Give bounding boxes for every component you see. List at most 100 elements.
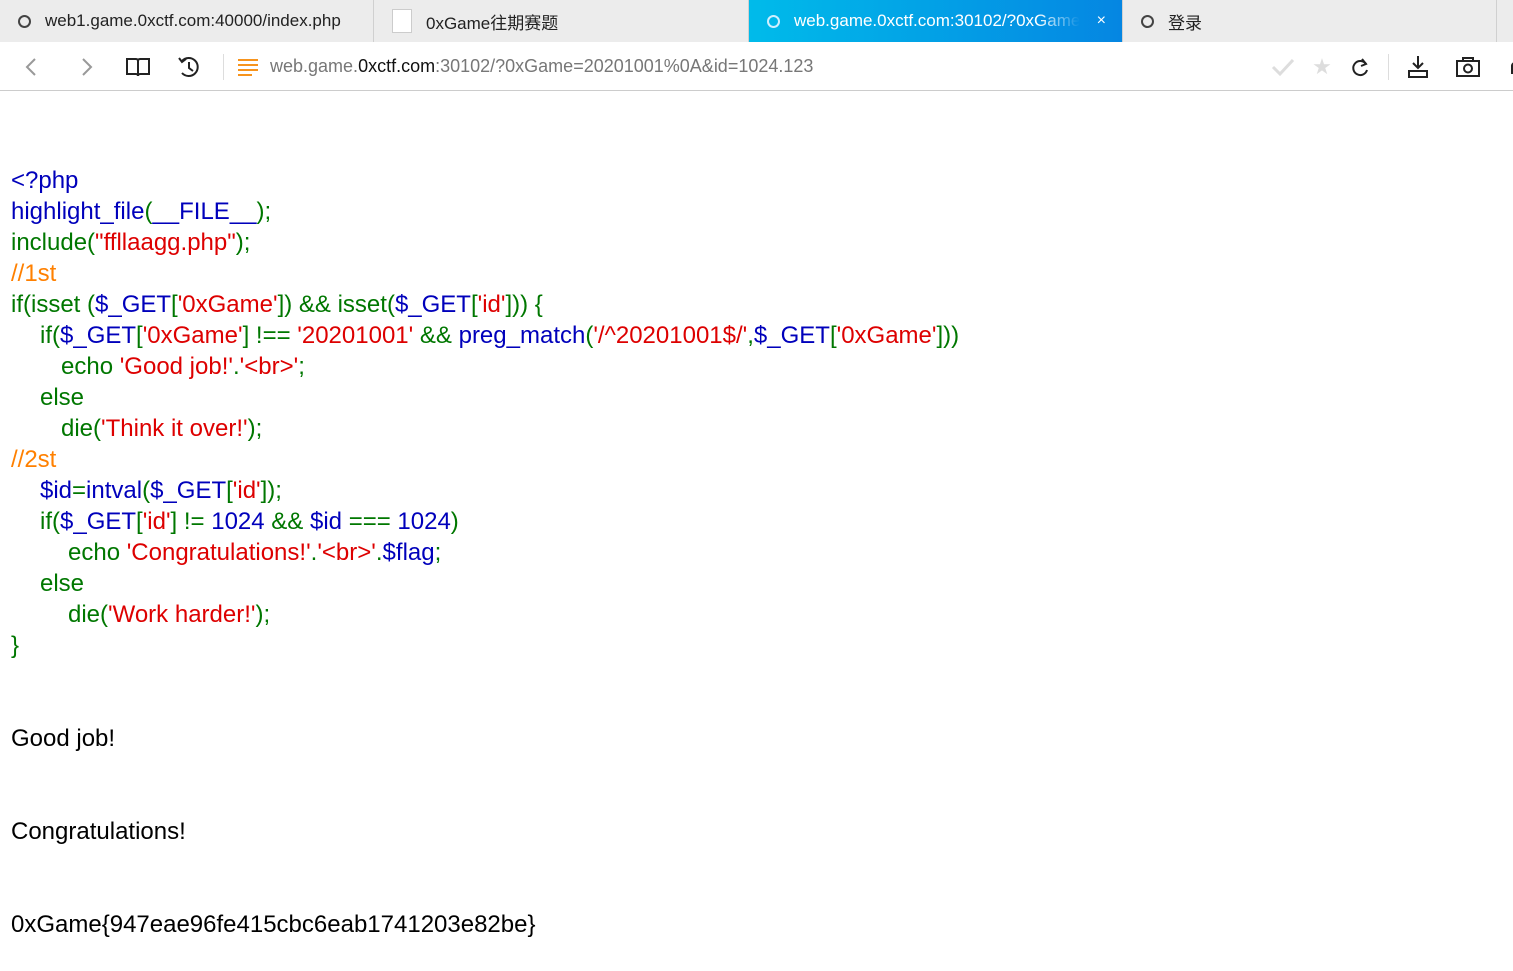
code-line: $id=intval($_GET['id']); — [11, 475, 959, 506]
code-line: if(isset ($_GET['0xGame']) && isset($_GE… — [11, 289, 959, 320]
code-token: ] != — [170, 508, 212, 535]
tab-web1-index[interactable]: web1.game.0xctf.com:40000/index.php — [0, 0, 374, 42]
code-token: '<br>' — [239, 353, 299, 380]
code-line: echo 'Good job!'.'<br>'; — [11, 351, 959, 382]
screenshot-camera-icon[interactable] — [1453, 42, 1483, 91]
code-token: $_GET — [150, 477, 227, 504]
code-token: 1024 — [397, 508, 451, 535]
code-token: ]) && isset( — [277, 291, 395, 318]
code-token: $id — [40, 477, 73, 504]
code-token: $_GET — [60, 322, 137, 349]
code-line: highlight_file(__FILE__); — [11, 196, 959, 227]
close-tab-icon[interactable]: × — [1097, 12, 1106, 30]
code-token: 'Good job!' — [119, 353, 233, 380]
code-token: ( — [142, 477, 151, 504]
loading-ring-icon — [767, 14, 780, 28]
code-token: intval — [86, 477, 143, 504]
back-button[interactable] — [16, 42, 46, 91]
code-token: ); — [247, 415, 263, 442]
code-line: } — [11, 630, 959, 661]
tab-bar: web1.game.0xctf.com:40000/index.php 0xGa… — [0, 0, 1513, 42]
code-token: ) — [450, 508, 459, 535]
code-token: $id — [309, 508, 349, 535]
code-token: && — [413, 322, 459, 349]
code-token: '0xGame' — [177, 291, 278, 318]
code-token: //2st — [11, 446, 57, 473]
download-icon[interactable] — [1403, 42, 1433, 91]
tab-active-web-game[interactable]: web.game.0xctf.com:30102/?0xGame × — [749, 0, 1123, 42]
code-line: die('Work harder!'); — [11, 599, 959, 630]
code-token: ]); — [260, 477, 282, 504]
code-token: <?php — [11, 167, 79, 194]
url-prefix: web.game. — [270, 56, 359, 76]
code-token: [ — [136, 322, 143, 349]
code-token: 'Think it over!' — [101, 415, 248, 442]
code-line: <?php — [11, 165, 959, 196]
history-icon[interactable] — [174, 42, 204, 91]
code-token: [ — [171, 291, 178, 318]
output-line: Congratulations! — [11, 818, 186, 845]
code-token: ); — [235, 229, 251, 256]
code-token: $_GET — [394, 291, 471, 318]
code-token: '0xGame' — [836, 322, 937, 349]
tab-title: web.game.0xctf.com:30102/?0xGame — [794, 11, 1081, 30]
code-line: //2st — [11, 444, 959, 475]
code-token: , — [747, 322, 754, 349]
code-token: if( — [40, 508, 60, 535]
code-token: 'Congratulations!' — [126, 539, 311, 566]
code-token: //1st — [11, 260, 57, 287]
code-line: echo 'Congratulations!'.'<br>'.$flag; — [11, 537, 959, 568]
code-token: '<br>' — [317, 539, 376, 566]
refresh-icon[interactable] — [1346, 42, 1376, 91]
code-token: ] !== — [242, 322, 298, 349]
code-token: ; — [434, 539, 442, 566]
code-line: if($_GET['0xGame'] !== '20201001' && pre… — [11, 320, 959, 351]
forward-button[interactable] — [72, 42, 102, 91]
more-icon[interactable] — [1500, 42, 1513, 91]
code-token: else — [40, 384, 85, 411]
page-content: <?php highlight_file(__FILE__); include("f… — [11, 103, 959, 971]
code-token: [ — [136, 508, 143, 535]
code-token: === — [348, 508, 398, 535]
code-token: [ — [226, 477, 233, 504]
code-token: die( — [68, 601, 109, 628]
tab-title: 0xGame往期赛题 — [426, 13, 559, 33]
code-token: highlight_file — [11, 198, 145, 225]
tab-title: 登录 — [1168, 13, 1202, 33]
page-menu-icon[interactable] — [233, 42, 263, 91]
reading-view-icon[interactable] — [123, 42, 153, 91]
url-domain: 0xctf.com — [358, 56, 436, 76]
code-line: //1st — [11, 258, 959, 289]
code-token: echo — [68, 539, 127, 566]
code-token: ])) — [936, 322, 960, 349]
tab-0xgame-past[interactable]: 0xGame往期赛题 — [374, 0, 749, 42]
code-token: ])) { — [505, 291, 543, 318]
code-token: '20201001' — [297, 322, 414, 349]
toolbar: web.game.0xctf.com:30102/?0xGame=2020100… — [0, 42, 1513, 91]
code-token: echo — [61, 353, 120, 380]
code-token: [ — [470, 291, 478, 318]
address-bar[interactable]: web.game.0xctf.com:30102/?0xGame=2020100… — [270, 56, 813, 77]
code-token: if(isset ( — [11, 291, 95, 318]
code-line: else — [11, 382, 959, 413]
output-line: Good job! — [11, 725, 116, 752]
code-token: include( — [11, 229, 96, 256]
code-token: __FILE__ — [152, 198, 257, 225]
code-line: else — [11, 568, 959, 599]
code-token: } — [11, 632, 20, 659]
code-token: = — [72, 477, 87, 504]
checkmark-icon[interactable] — [1268, 42, 1298, 91]
favorite-star-icon[interactable]: ★ — [1307, 42, 1337, 91]
code-token: 'id' — [232, 477, 261, 504]
code-token: ; — [298, 353, 305, 380]
code-token: die( — [61, 415, 102, 442]
tab-login[interactable]: 登录 — [1123, 0, 1497, 42]
page-icon — [392, 9, 412, 33]
code-token: $flag — [382, 539, 435, 566]
code-token: . — [375, 539, 383, 566]
code-token: $_GET — [753, 322, 830, 349]
code-token: [ — [829, 322, 837, 349]
code-token: ); — [256, 198, 272, 225]
code-token: 'id' — [142, 508, 171, 535]
php-source-code: <?php highlight_file(__FILE__); include("f… — [11, 165, 959, 661]
